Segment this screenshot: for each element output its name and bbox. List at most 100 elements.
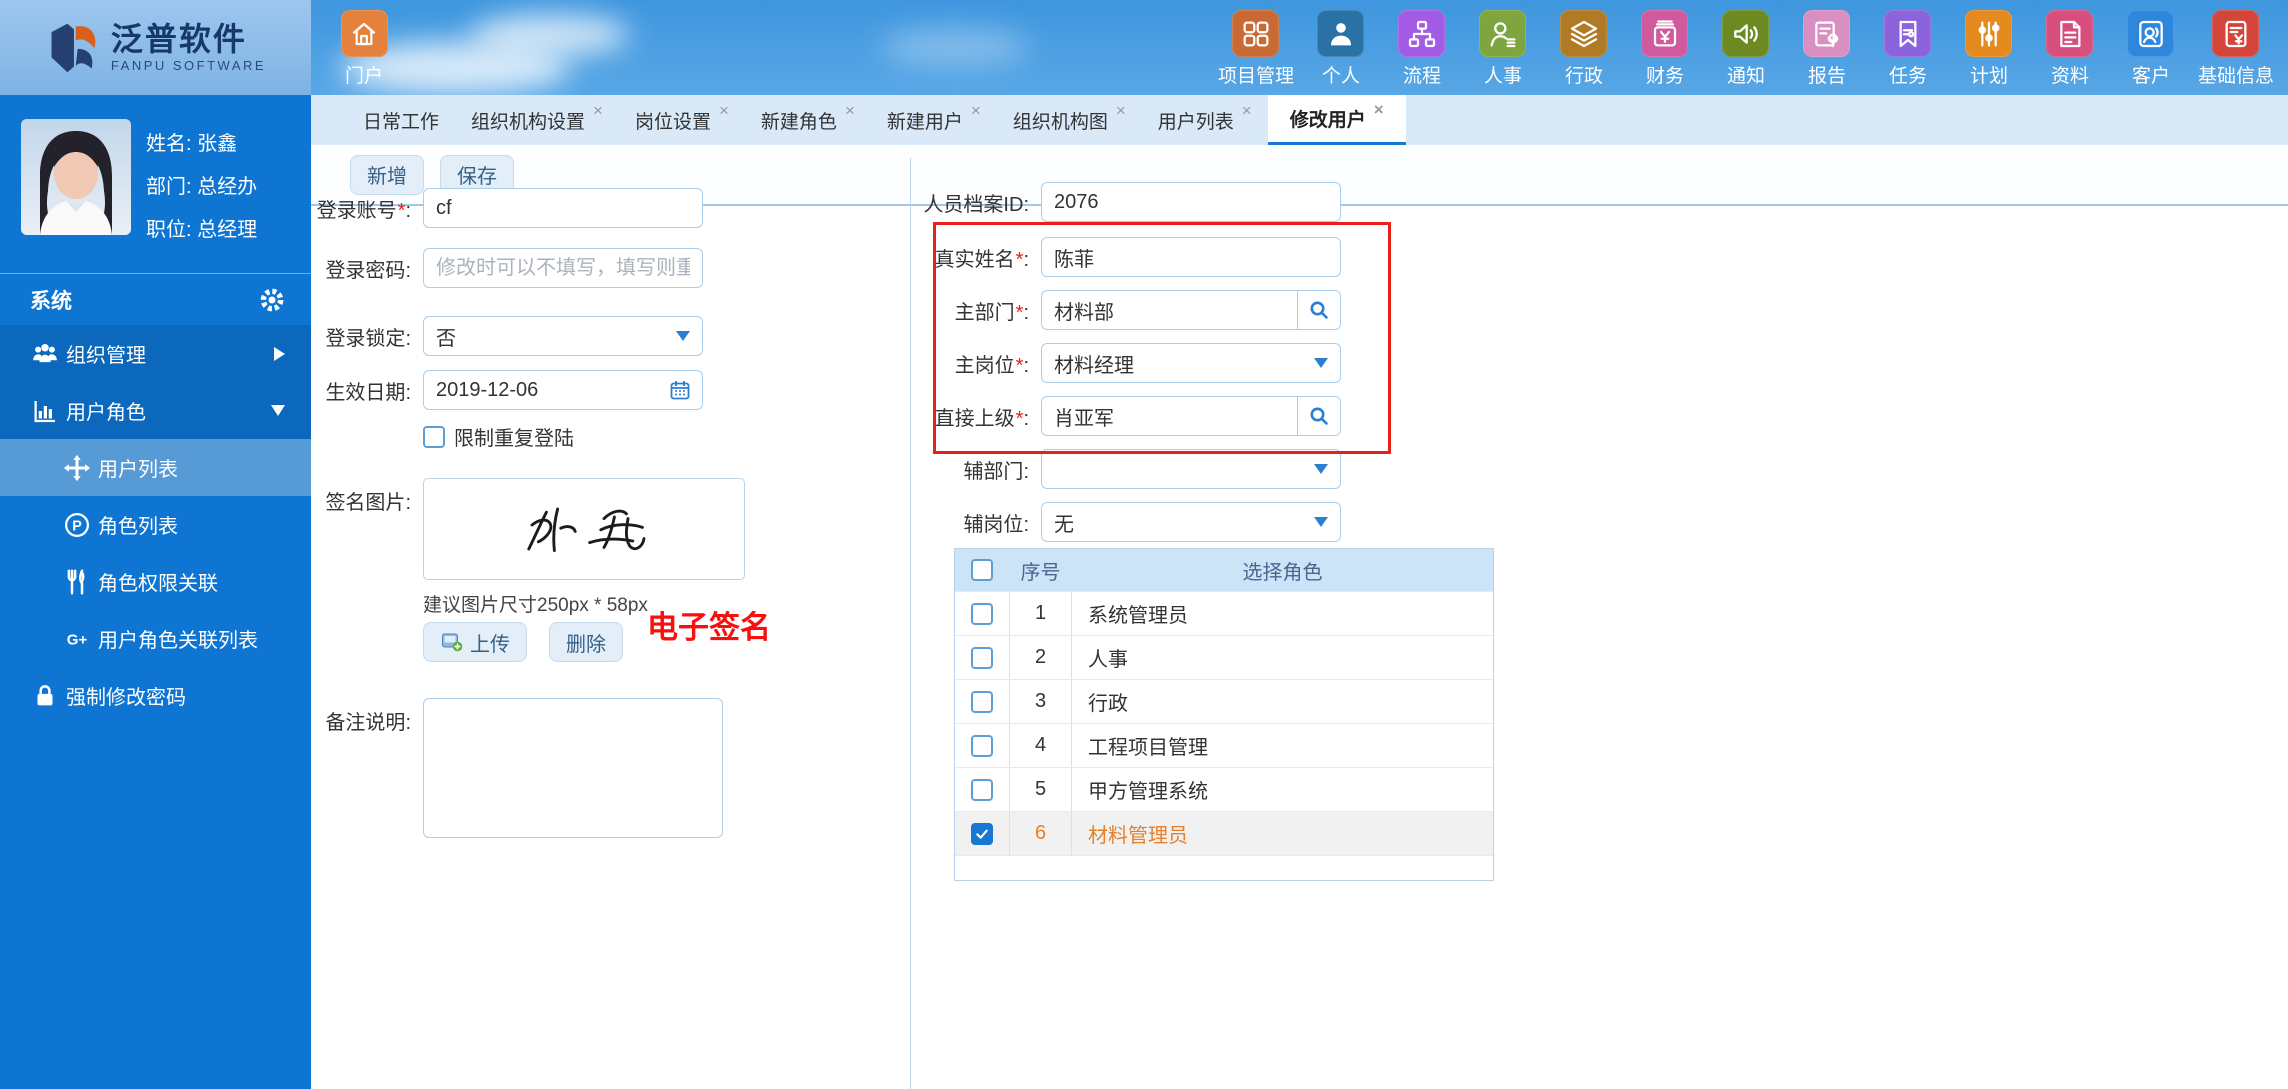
role-checkbox[interactable] <box>971 690 993 713</box>
form-row-aux-post: 辅岗位 无 <box>911 502 1341 542</box>
tab-2[interactable]: 组织机构设置 × <box>455 95 619 145</box>
real-name-input[interactable] <box>1041 237 1341 277</box>
role-checkbox[interactable] <box>971 602 993 625</box>
search-icon[interactable] <box>1297 397 1340 435</box>
role-row-6[interactable]: 6 材料管理员 <box>955 811 1493 855</box>
select-all-checkbox[interactable] <box>971 559 993 581</box>
main-content: 日常工作 组织机构设置 × 岗位设置 × 新建角色 × 新建用户 × 组织机构图 × 用户列表 × 修改用… <box>311 95 2288 1089</box>
topnav-item-portal[interactable]: 门户 <box>330 10 398 88</box>
topnav-item-5[interactable]: 行政 <box>1550 10 1618 88</box>
topnav-item-8[interactable]: 报告 <box>1793 10 1861 88</box>
main-dept-input[interactable] <box>1042 291 1297 329</box>
main-post-select[interactable]: 材料经理 <box>1041 343 1341 383</box>
login-lock-select[interactable]: 否 <box>423 316 703 356</box>
delete-button[interactable]: 删除 <box>549 622 623 662</box>
signature-buttons: 上传 删除 <box>423 622 623 662</box>
tab-1[interactable]: 日常工作 <box>347 95 455 145</box>
account-input[interactable] <box>423 188 703 228</box>
supervisor-input[interactable] <box>1042 397 1297 435</box>
chevron-down-icon <box>271 405 285 416</box>
restrict-login-checkbox[interactable] <box>423 425 445 448</box>
flow-icon <box>1398 10 1446 57</box>
topnav-item-6[interactable]: 财务 <box>1631 10 1699 88</box>
tab-close-icon[interactable]: × <box>1116 101 1126 121</box>
tab-3[interactable]: 岗位设置 × <box>619 95 745 145</box>
topnav-item-7[interactable]: 通知 <box>1712 10 1780 88</box>
tab-close-icon[interactable]: × <box>1374 100 1384 120</box>
sidebar-item-6[interactable]: G+ 用户角色关联列表 <box>0 610 311 667</box>
sidebar-item-3[interactable]: 用户列表 <box>0 439 311 496</box>
tab-close-icon[interactable]: × <box>719 101 729 121</box>
search-icon[interactable] <box>1297 291 1340 329</box>
topnav-item-9[interactable]: 任务 <box>1874 10 1942 88</box>
topnav-label: 客户 <box>2131 66 2170 87</box>
topnav-item-1[interactable]: 项目管理 <box>1218 10 1294 88</box>
sidebar-item-2[interactable]: 用户角色 <box>0 382 311 439</box>
person-icon <box>1317 10 1365 57</box>
role-row-3[interactable]: 3 行政 <box>955 679 1493 723</box>
role-row-1[interactable]: 1 系统管理员 <box>955 591 1493 635</box>
tab-close-icon[interactable]: × <box>845 101 855 121</box>
topnav-item-10[interactable]: 计划 <box>1955 10 2023 88</box>
upload-button[interactable]: 上传 <box>423 622 527 662</box>
topnav-item-2[interactable]: 个人 <box>1307 10 1375 88</box>
svg-text:P: P <box>72 518 82 534</box>
topnav-item-4[interactable]: 人事 <box>1469 10 1537 88</box>
sidebar-item-1[interactable]: 组织管理 <box>0 325 311 382</box>
login-lock-label: 登录锁定 <box>325 327 406 350</box>
role-checkbox[interactable] <box>971 778 993 801</box>
topnav-item-12[interactable]: 客户 <box>2117 10 2185 88</box>
sidebar-item-4[interactable]: P 角色列表 <box>0 496 311 553</box>
gear-icon[interactable] <box>259 287 285 313</box>
topnav-item-3[interactable]: 流程 <box>1388 10 1456 88</box>
effective-date-label: 生效日期 <box>325 381 406 404</box>
tab-close-icon[interactable]: × <box>593 101 603 121</box>
lock-icon <box>30 681 60 711</box>
tab-7[interactable]: 用户列表 × <box>1142 95 1268 145</box>
topnav-label: 财务 <box>1645 66 1684 87</box>
password-input[interactable] <box>423 248 703 288</box>
e-signature-annotation: 电子签名 <box>647 610 771 645</box>
tab-6[interactable]: 组织机构图 × <box>997 95 1142 145</box>
sidebar-item-label: 用户角色关联列表 <box>98 630 258 652</box>
brand-name-en: FANPU SOFTWARE <box>110 58 267 73</box>
role-row-5[interactable]: 5 甲方管理系统 <box>955 767 1493 811</box>
tab-close-icon[interactable]: × <box>1242 101 1252 121</box>
calendar-icon[interactable] <box>668 378 692 402</box>
form-row-effective-date: 生效日期 2019-12-06 <box>311 370 703 410</box>
sidebar-item-label: 组织管理 <box>66 345 146 367</box>
topnav-item-13[interactable]: 基础信息 <box>2198 10 2274 88</box>
required-asterisk: * <box>1015 407 1024 430</box>
role-row-4[interactable]: 4 工程项目管理 <box>955 723 1493 767</box>
real-name-label: 真实姓名 <box>934 248 1015 271</box>
topnav-label: 人事 <box>1483 66 1522 87</box>
archive-id-input[interactable] <box>1041 182 1341 222</box>
role-checkbox[interactable] <box>971 646 993 669</box>
signature-image <box>423 478 745 580</box>
sidebar-section-system: 系统 <box>0 273 311 325</box>
tab-close-icon[interactable]: × <box>971 101 981 121</box>
aux-dept-select[interactable] <box>1041 449 1341 489</box>
aux-post-select[interactable]: 无 <box>1041 502 1341 542</box>
tab-4[interactable]: 新建角色 × <box>745 95 871 145</box>
upload-image-icon <box>440 630 464 654</box>
sidebar-item-label: 用户角色 <box>66 402 146 424</box>
notes-textarea[interactable] <box>423 698 723 838</box>
form-row-restrict-login: 限制重复登陆 <box>423 422 574 451</box>
form-row-notes: 备注说明 <box>311 698 723 838</box>
topnav-item-11[interactable]: 资料 <box>2036 10 2104 88</box>
role-table-footer <box>955 855 1493 880</box>
role-checkbox[interactable] <box>971 734 993 757</box>
tab-8[interactable]: 修改用户 × <box>1267 95 1406 145</box>
role-row-2[interactable]: 2 人事 <box>955 635 1493 679</box>
tab-5[interactable]: 新建用户 × <box>871 95 997 145</box>
effective-date-field[interactable]: 2019-12-06 <box>423 370 703 410</box>
password-label: 登录密码 <box>325 259 406 282</box>
sidebar-item-5[interactable]: 角色权限关联 <box>0 553 311 610</box>
form-row-aux-dept: 辅部门 <box>911 449 1341 489</box>
sliders-icon <box>1965 10 2013 57</box>
right-form-column: 人员档案ID 真实姓名* 主部门* 主岗位* <box>910 158 2288 1089</box>
main-post-label: 主岗位 <box>954 354 1015 377</box>
role-checkbox[interactable] <box>971 822 993 845</box>
sidebar-item-7[interactable]: 强制修改密码 <box>0 667 311 724</box>
